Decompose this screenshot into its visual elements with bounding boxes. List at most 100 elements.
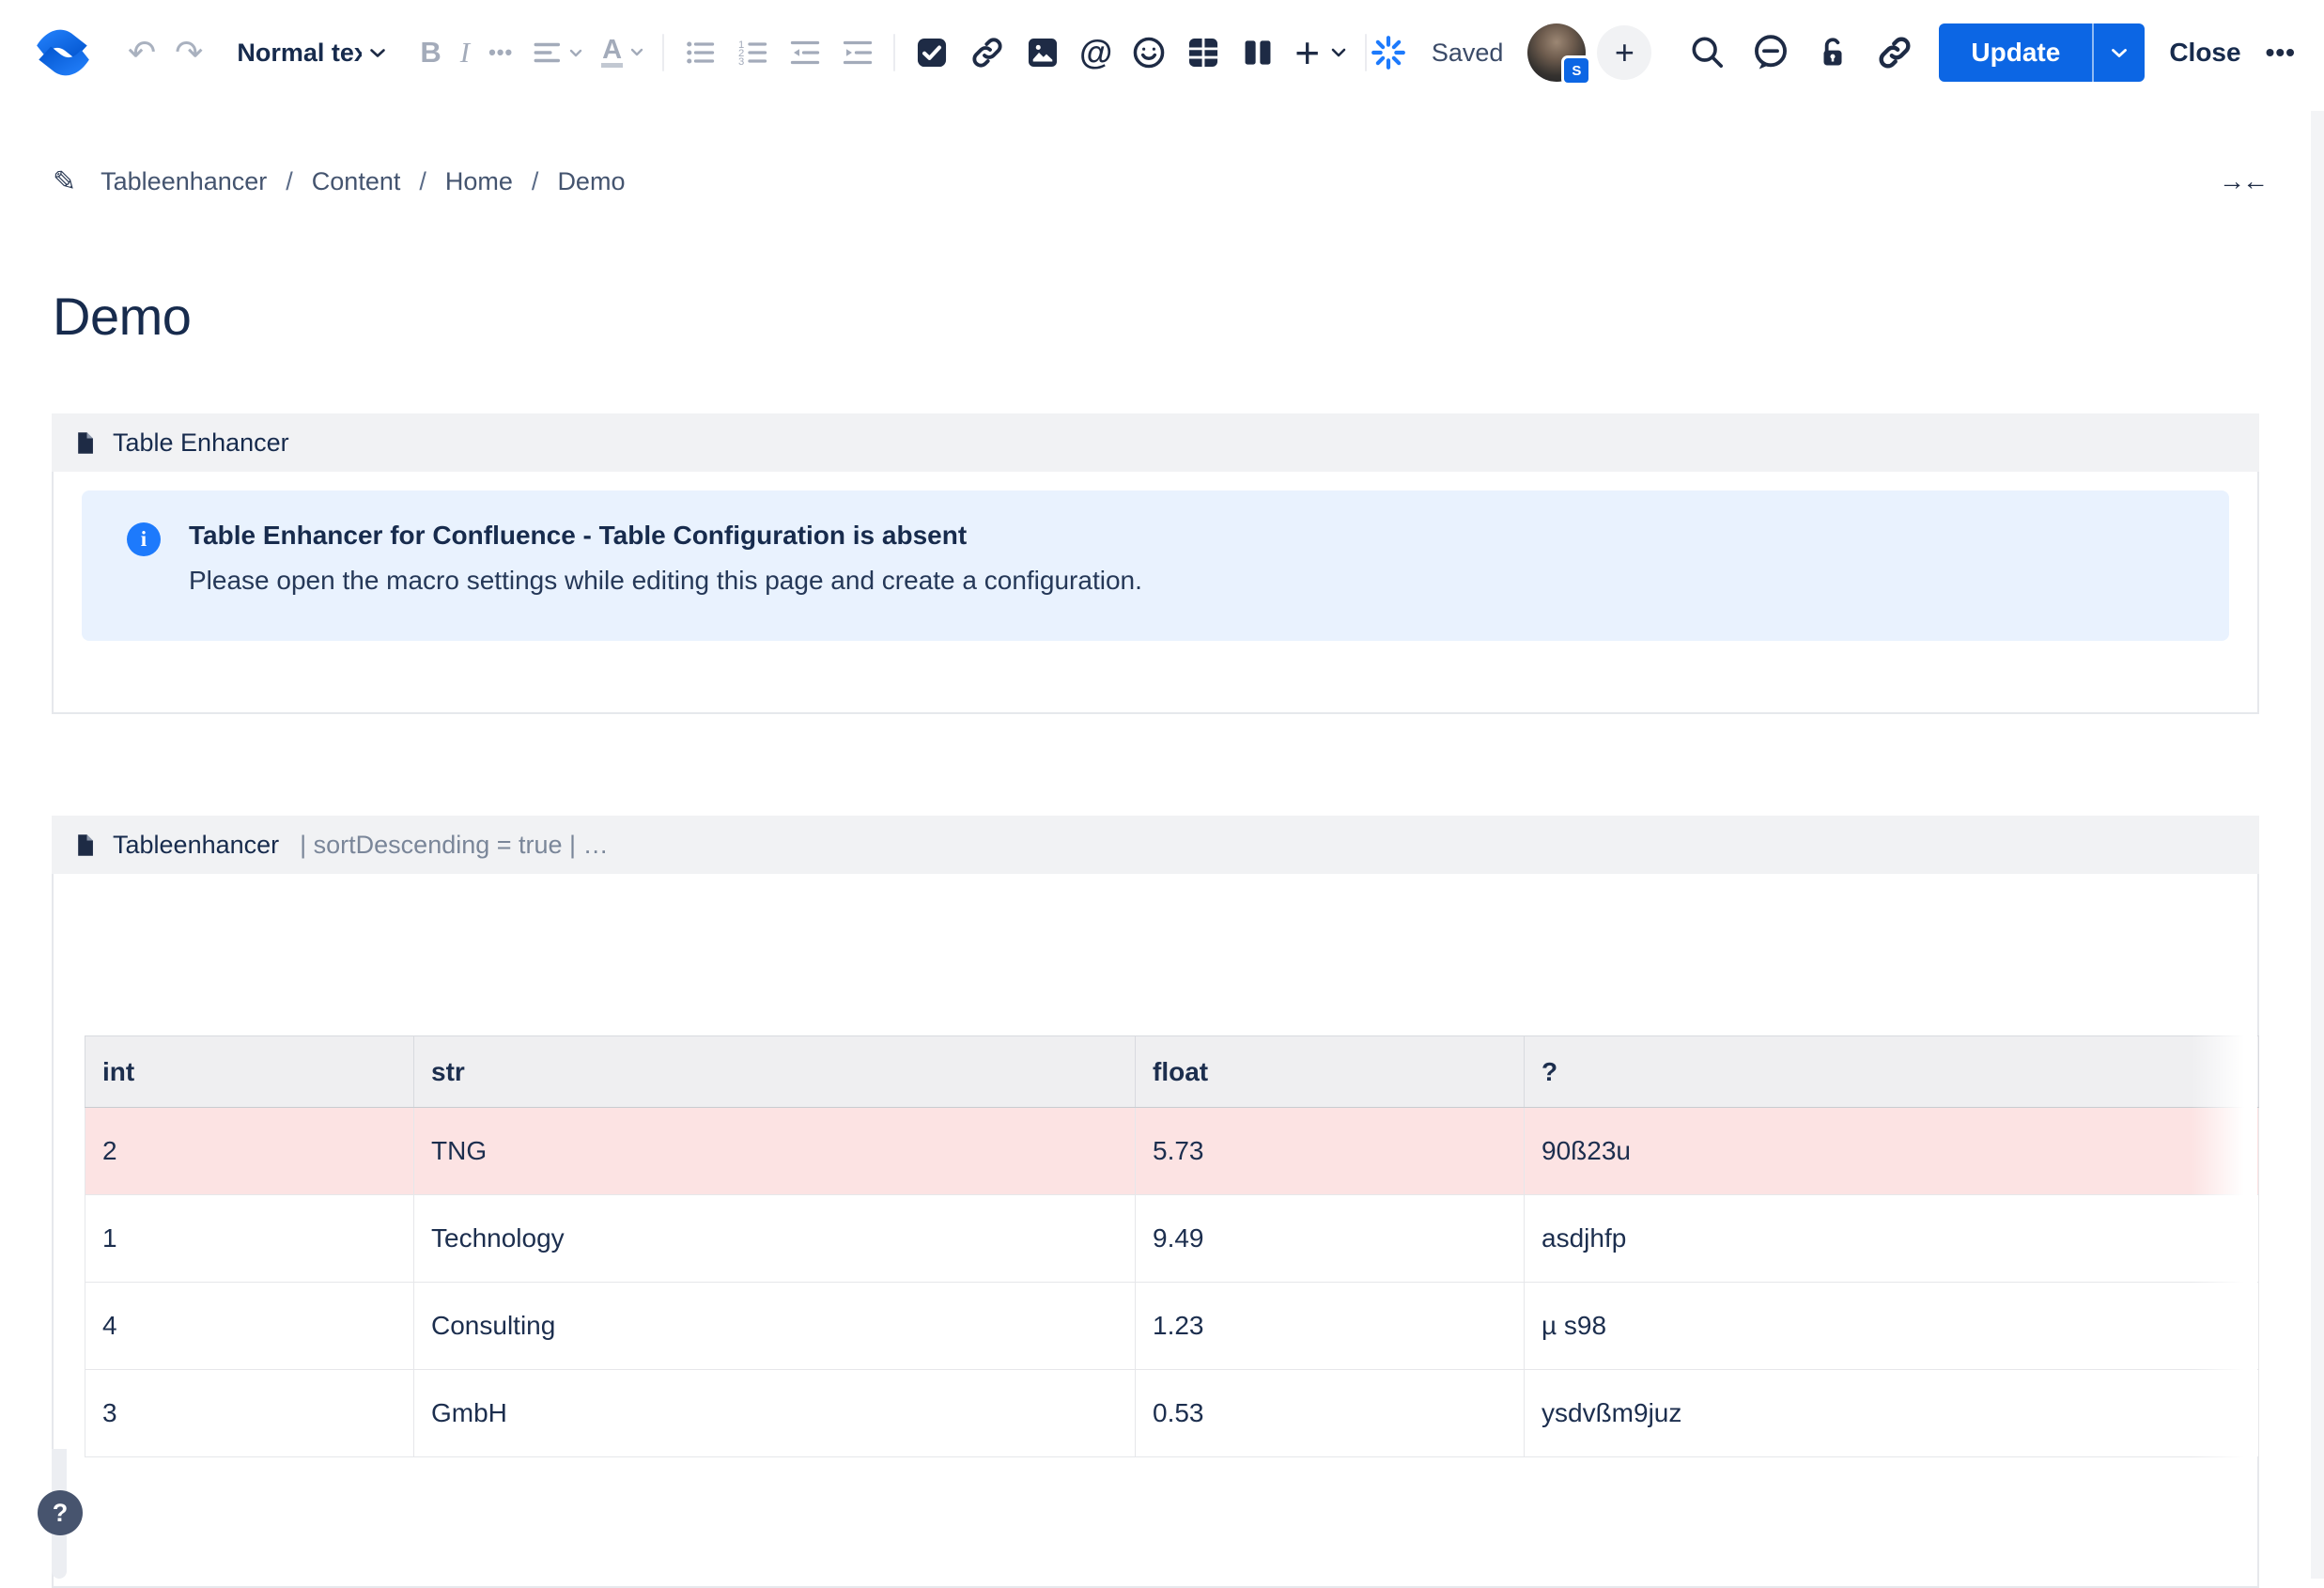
toolbar-overflow-button[interactable]: ••• <box>2266 38 2296 68</box>
chevron-down-icon <box>569 49 582 57</box>
macro-tableenhancer[interactable]: Tableenhancer | sortDescending = true | … <box>52 816 2259 1588</box>
toolbar-divider <box>893 34 895 71</box>
layouts-button[interactable] <box>1240 35 1276 70</box>
info-icon: i <box>127 522 161 556</box>
more-formatting-button[interactable]: ••• <box>488 40 513 65</box>
toolbar-divider <box>662 34 664 71</box>
insert-table-button[interactable] <box>1185 35 1221 70</box>
comment-button[interactable] <box>1751 33 1790 72</box>
breadcrumb: ✎ Tableenhancer / Content / Home / Demo <box>53 165 625 198</box>
insert-more-chevron[interactable] <box>1331 48 1346 57</box>
macro-header[interactable]: Table Enhancer <box>52 413 2259 472</box>
macro-body: int str float ? 2 TNG 5.73 90ß23u 1 <box>52 874 2259 1588</box>
avatar-status-badge: S <box>1561 55 1591 86</box>
toolbar-left-group: ↶ ↷ Normal text B I ••• A <box>32 24 1367 81</box>
cell-str: GmbH <box>414 1370 1136 1457</box>
cell-int: 1 <box>85 1195 414 1283</box>
macro-table-enhancer[interactable]: Table Enhancer i Table Enhancer for Conf… <box>52 413 2259 714</box>
saving-spinner-icon <box>1370 34 1407 71</box>
numbered-list-button[interactable]: 123 <box>736 36 769 70</box>
table-scroll-area[interactable]: int str float ? 2 TNG 5.73 90ß23u 1 <box>85 1035 2259 1457</box>
text-style-label: Normal text <box>237 39 362 68</box>
help-button[interactable]: ? <box>38 1490 83 1535</box>
macro-title: Table Enhancer <box>113 428 289 458</box>
cell-str: Technology <box>414 1195 1136 1283</box>
confluence-logo-icon[interactable] <box>32 24 94 81</box>
cell-str: Consulting <box>414 1283 1136 1370</box>
insert-image-button[interactable] <box>1025 35 1061 70</box>
info-text: Table Enhancer for Confluence - Table Co… <box>189 521 1142 641</box>
indent-button[interactable] <box>841 36 875 70</box>
document-icon <box>72 833 98 858</box>
cell-float: 1.23 <box>1136 1283 1525 1370</box>
italic-button[interactable]: I <box>460 36 470 70</box>
mention-button[interactable]: @ <box>1079 33 1112 72</box>
action-item-button[interactable] <box>914 35 950 70</box>
column-header-int[interactable]: int <box>85 1036 414 1108</box>
close-button[interactable]: Close <box>2169 38 2240 68</box>
breadcrumb-item-home[interactable]: Home <box>445 167 513 196</box>
table-header-row: int str float ? <box>85 1036 2259 1108</box>
cell-int: 3 <box>85 1370 414 1457</box>
cell-float: 5.73 <box>1136 1108 1525 1195</box>
cell-float: 0.53 <box>1136 1370 1525 1457</box>
user-avatar[interactable]: S <box>1527 23 1586 82</box>
copy-link-button[interactable] <box>1875 33 1914 72</box>
cell-float: 9.49 <box>1136 1195 1525 1283</box>
breadcrumb-separator: / <box>532 167 539 196</box>
column-header-q[interactable]: ? <box>1525 1036 2259 1108</box>
insert-link-button[interactable] <box>968 34 1006 71</box>
info-banner-title: Table Enhancer for Confluence - Table Co… <box>189 521 1142 551</box>
align-lines-icon <box>532 37 564 69</box>
breadcrumb-item-space[interactable]: Tableenhancer <box>101 167 267 196</box>
update-button[interactable]: Update <box>1939 23 2092 82</box>
saved-status-label: Saved <box>1432 39 1504 68</box>
cell-q: 90ß23u <box>1525 1108 2259 1195</box>
unlock-button[interactable] <box>1815 35 1851 70</box>
insert-more-button[interactable]: + <box>1294 31 1320 74</box>
outdent-button[interactable] <box>788 36 822 70</box>
breadcrumb-separator: / <box>286 167 293 196</box>
update-dropdown-button[interactable] <box>2092 23 2145 82</box>
column-header-str[interactable]: str <box>414 1036 1136 1108</box>
collapse-width-button[interactable]: →← <box>2219 166 2266 196</box>
toolbar-divider <box>1365 34 1367 71</box>
bullet-list-button[interactable] <box>683 36 717 70</box>
macro-params: | sortDescending = true | … <box>300 831 608 860</box>
invite-button[interactable]: + <box>1597 25 1651 80</box>
emoji-button[interactable] <box>1131 35 1167 70</box>
table-row: 4 Consulting 1.23 µ s98 <box>85 1283 2259 1370</box>
edit-pencil-icon: ✎ <box>53 165 76 198</box>
text-color-icon: A <box>601 38 623 69</box>
cell-int: 4 <box>85 1283 414 1370</box>
svg-text:3: 3 <box>738 56 744 68</box>
column-header-float[interactable]: float <box>1136 1036 1525 1108</box>
page-scrollbar[interactable] <box>2311 111 2324 1579</box>
undo-button[interactable]: ↶ <box>128 36 156 70</box>
cell-q: ysdvßm9juz <box>1525 1370 2259 1457</box>
table-row: 3 GmbH 0.53 ysdvßm9juz <box>85 1370 2259 1457</box>
confluence-editor-screen: { "colors": { "accent": "#0C66E4", "info… <box>0 0 2324 1579</box>
chevron-down-icon <box>369 48 386 58</box>
bold-button[interactable]: B <box>420 36 441 70</box>
cell-q: asdjhfp <box>1525 1195 2259 1283</box>
table-row: 2 TNG 5.73 90ß23u <box>85 1108 2259 1195</box>
data-table: int str float ? 2 TNG 5.73 90ß23u 1 <box>85 1035 2259 1457</box>
breadcrumb-item-demo[interactable]: Demo <box>557 167 625 196</box>
cell-q: µ s98 <box>1525 1283 2259 1370</box>
chevron-down-icon <box>630 48 643 56</box>
search-button[interactable] <box>1689 34 1727 71</box>
page-title[interactable]: Demo <box>53 286 191 347</box>
breadcrumb-item-content[interactable]: Content <box>312 167 401 196</box>
info-banner: i Table Enhancer for Confluence - Table … <box>82 490 2229 641</box>
macro-title: Tableenhancer <box>113 831 279 860</box>
update-button-group: Update <box>1939 23 2145 82</box>
table-row: 1 Technology 9.49 asdjhfp <box>85 1195 2259 1283</box>
alignment-dropdown[interactable] <box>532 37 582 69</box>
macro-header[interactable]: Tableenhancer | sortDescending = true | … <box>52 816 2259 874</box>
redo-button[interactable]: ↷ <box>175 36 203 70</box>
text-style-dropdown[interactable]: Normal text <box>237 39 386 68</box>
toolbar-right-group: Saved S + <box>1370 23 2296 82</box>
breadcrumb-row: ✎ Tableenhancer / Content / Home / Demo … <box>53 150 2266 212</box>
text-color-dropdown[interactable]: A <box>601 38 643 69</box>
